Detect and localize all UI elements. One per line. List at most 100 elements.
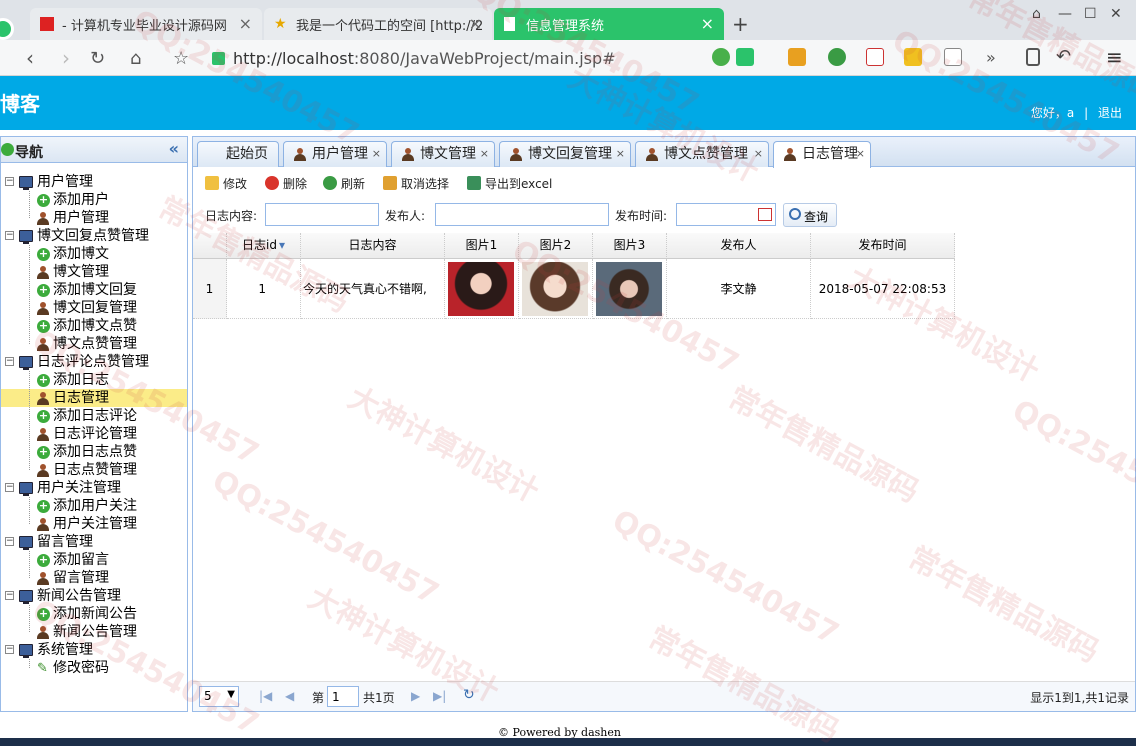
- menu-icon[interactable]: ≡: [1106, 45, 1123, 69]
- game-icon[interactable]: [944, 48, 962, 66]
- collapse-icon[interactable]: «: [169, 139, 179, 158]
- tree-group-5[interactable]: − 新闻公告管理: [1, 587, 187, 605]
- content-tab-5[interactable]: 日志管理 ×: [773, 141, 871, 168]
- extension-icon[interactable]: [712, 48, 730, 66]
- translate-icon[interactable]: [866, 48, 884, 66]
- close-icon[interactable]: ×: [701, 14, 714, 33]
- unselect-button[interactable]: 取消选择: [383, 175, 449, 192]
- delete-button[interactable]: 删除: [265, 175, 307, 192]
- first-page-icon[interactable]: |◀: [259, 689, 272, 703]
- computer-icon: [19, 176, 33, 190]
- reload-page-icon[interactable]: ↻: [463, 687, 475, 703]
- content-tab-0[interactable]: 起始页: [197, 141, 279, 167]
- content-tab-1[interactable]: 用户管理 ×: [283, 141, 387, 167]
- collapse-toggle-icon[interactable]: −: [5, 591, 14, 600]
- user-icon: [784, 148, 796, 161]
- calendar-icon[interactable]: [758, 208, 772, 221]
- close-tab-icon[interactable]: ×: [480, 142, 489, 166]
- computer-icon: [19, 356, 33, 370]
- author-search-input[interactable]: [435, 203, 609, 226]
- edit-button[interactable]: 修改: [205, 175, 247, 192]
- close-window-button[interactable]: ✕: [1110, 6, 1122, 22]
- refresh-button[interactable]: 刷新: [323, 175, 365, 192]
- cell-image-2: [519, 259, 593, 319]
- screenshot-icon[interactable]: [904, 48, 922, 66]
- undo-icon[interactable]: ↶: [1056, 46, 1071, 67]
- column-header[interactable]: 发布时间: [811, 233, 955, 259]
- cell-image-1: [445, 259, 519, 319]
- column-header[interactable]: 图片1: [445, 233, 519, 259]
- collapse-toggle-icon[interactable]: −: [5, 231, 14, 240]
- collapse-toggle-icon[interactable]: −: [5, 645, 14, 654]
- page-size-select[interactable]: 5 ▼: [199, 686, 239, 707]
- photo-thumbnail[interactable]: [596, 262, 662, 316]
- tree-group-3[interactable]: − 用户关注管理: [1, 479, 187, 497]
- close-icon[interactable]: ×: [469, 14, 482, 33]
- maximize-button[interactable]: ☐: [1084, 6, 1097, 22]
- collapse-toggle-icon[interactable]: −: [5, 357, 14, 366]
- minimize-button[interactable]: —: [1058, 6, 1072, 22]
- column-header[interactable]: 图片2: [519, 233, 593, 259]
- shield-icon[interactable]: [828, 48, 846, 66]
- sort-arrow-icon: ▾: [278, 238, 285, 252]
- collapse-toggle-icon[interactable]: −: [5, 177, 14, 186]
- browser-tab-2[interactable]: ★ 我是一个代码工的空间 [http://2 ×: [264, 8, 492, 40]
- tree-group-6[interactable]: − 系统管理: [1, 641, 187, 659]
- time-date-input[interactable]: [676, 203, 776, 226]
- bookmark-star-icon[interactable]: ☆: [173, 48, 189, 69]
- browser-tab-1[interactable]: - 计算机专业毕业设计源码网 ×: [30, 8, 262, 40]
- tree-item-label: 新闻公告管理: [53, 624, 137, 640]
- url-input[interactable]: http://localhost:8080/JavaWebProject/mai…: [212, 44, 702, 72]
- last-page-icon[interactable]: ▶|: [433, 689, 446, 703]
- more-extensions-icon[interactable]: »: [986, 48, 996, 67]
- tree-group-0[interactable]: − 用户管理: [1, 173, 187, 191]
- content-search-input[interactable]: [265, 203, 379, 226]
- logout-link[interactable]: 退出: [1098, 106, 1122, 120]
- new-tab-button[interactable]: +: [732, 12, 749, 36]
- url-path: :8080/JavaWebProject/main.jsp#: [353, 48, 616, 68]
- pagination-bar: 5 ▼ |◀ ◀ 第 1 共1页 ▶ ▶| ↻ 显示1到1,共1记录: [193, 681, 1135, 711]
- browser-tab-3-active[interactable]: 信息管理系统 ×: [494, 8, 724, 40]
- page-number-input[interactable]: 1: [327, 686, 359, 707]
- photo-thumbnail[interactable]: [522, 262, 588, 316]
- tree-item-label: 添加博文回复: [53, 282, 137, 298]
- close-tab-icon[interactable]: ×: [372, 142, 381, 166]
- tree-group-2[interactable]: − 日志评论点赞管理: [1, 353, 187, 371]
- user-bar-separator: |: [1084, 106, 1089, 120]
- skin-icon[interactable]: ⌂: [1032, 6, 1041, 22]
- collapse-toggle-icon[interactable]: −: [5, 537, 14, 546]
- export-excel-button[interactable]: 导出到excel: [467, 175, 552, 192]
- close-icon[interactable]: ×: [239, 14, 252, 33]
- column-header-label: 日志id: [242, 238, 277, 252]
- content-tab-2[interactable]: 博文管理 ×: [391, 141, 495, 167]
- next-page-icon[interactable]: ▶: [411, 689, 420, 703]
- column-header[interactable]: 日志内容: [301, 233, 445, 259]
- tree-group-label: 新闻公告管理: [37, 588, 121, 604]
- column-header[interactable]: 图片3: [593, 233, 667, 259]
- tree-group-4[interactable]: − 留言管理: [1, 533, 187, 551]
- prev-page-icon[interactable]: ◀: [285, 689, 294, 703]
- back-icon[interactable]: ‹: [26, 46, 34, 70]
- content-tab-4[interactable]: 博文点赞管理 ×: [635, 141, 769, 167]
- forward-icon[interactable]: ›: [62, 46, 70, 70]
- collapse-toggle-icon[interactable]: −: [5, 483, 14, 492]
- column-header[interactable]: 发布人: [667, 233, 811, 259]
- apps-icon[interactable]: [788, 48, 806, 66]
- close-tab-icon[interactable]: ×: [856, 142, 865, 166]
- tree-group-label: 博文回复点赞管理: [37, 228, 149, 244]
- content-tab-3[interactable]: 博文回复管理 ×: [499, 141, 631, 167]
- reload-icon[interactable]: ↻: [90, 48, 105, 69]
- address-bar-row: ‹ › ↻ ⌂ ☆ http://localhost:8080/JavaWebP…: [0, 40, 1136, 76]
- tree-connector: [29, 245, 30, 344]
- lightning-icon[interactable]: [736, 48, 754, 66]
- cell-time: 2018-05-07 22:08:53: [811, 259, 955, 319]
- home-icon[interactable]: ⌂: [130, 48, 141, 69]
- log-data-grid: 日志id ▾ 日志内容 图片1 图片2 图片3 发布人 发布时间 1 1 今天的天气真心不错啊, 李文…: [193, 233, 955, 323]
- column-header[interactable]: 日志id ▾: [227, 233, 301, 259]
- close-tab-icon[interactable]: ×: [754, 142, 763, 166]
- photo-thumbnail[interactable]: [448, 262, 514, 316]
- bookmark-list-icon[interactable]: [1026, 48, 1040, 66]
- close-tab-icon[interactable]: ×: [616, 142, 625, 166]
- query-button[interactable]: 查询: [783, 203, 837, 227]
- tree-group-1[interactable]: − 博文回复点赞管理: [1, 227, 187, 245]
